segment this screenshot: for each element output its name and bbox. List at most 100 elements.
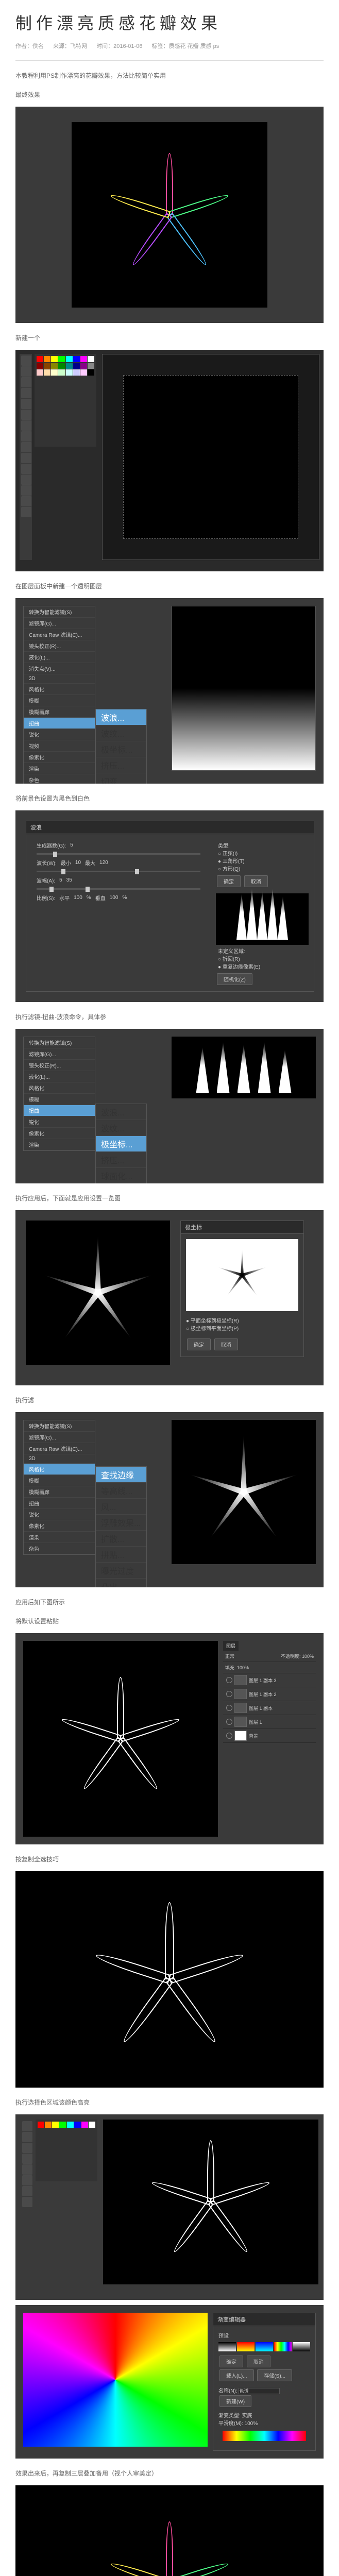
tool-icon[interactable] [22,2143,32,2153]
type-value[interactable]: 实底 [242,2413,252,2419]
new-button[interactable]: 新建(W) [219,2395,251,2407]
menu-cat[interactable]: 渲染 [24,1139,95,1150]
pen-tool-icon[interactable] [21,464,31,474]
visibility-icon[interactable] [226,1733,232,1739]
shape-tool-icon[interactable] [21,485,31,496]
swatch[interactable] [44,369,50,376]
menu-sub[interactable]: 风... [96,1499,146,1515]
opacity-value[interactable]: 100% [302,1654,314,1659]
gradient-name-input[interactable] [239,2388,280,2394]
marquee-tool-icon[interactable] [21,366,31,377]
menu-item[interactable]: 转换为智能滤镜(S) [24,1420,95,1432]
tool-icon[interactable] [22,2175,32,2185]
preset-swatch[interactable] [256,2342,273,2351]
swatch[interactable] [51,369,58,376]
swatch[interactable] [88,363,94,369]
menu-find-edges[interactable]: 查找边缘 [96,1467,146,1483]
swatch[interactable] [80,363,87,369]
type-square[interactable]: ○ 方形(Q) [218,867,240,872]
menu-cat[interactable]: 风格化 [24,1082,95,1094]
menu-cat[interactable]: 扭曲 [24,1498,95,1509]
swatch[interactable] [66,369,73,376]
swatch[interactable] [74,2122,81,2128]
cancel-button[interactable]: 取消 [244,875,268,887]
swatch[interactable] [89,2122,95,2128]
menu-cat[interactable]: 模糊 [24,695,95,706]
stamp-tool-icon[interactable] [21,431,31,442]
menu-sub[interactable]: 切变... [96,773,146,784]
ps-canvas[interactable] [102,354,319,560]
polar-opt2[interactable]: ○ 极坐标到平面坐标(P) [186,1326,239,1332]
wand-tool-icon[interactable] [21,388,31,398]
ok-button[interactable]: 确定 [187,1338,211,1350]
menu-cat[interactable]: 像素化 [24,752,95,763]
swatch[interactable] [45,2122,52,2128]
swatch[interactable] [58,369,65,376]
menu-sub[interactable]: 扩散... [96,1531,146,1547]
zoom-tool-icon[interactable] [21,507,31,517]
gradient-tool-icon[interactable] [21,453,31,463]
type-triangle[interactable]: ● 三角形(T) [218,859,245,865]
layer-row[interactable]: 图层 1 副本 [223,1701,316,1715]
text-tool-icon[interactable] [21,474,31,485]
menu-wave[interactable]: 波浪... [96,709,146,725]
amp-slider[interactable] [37,888,200,890]
preset-swatch[interactable] [274,2342,292,2351]
swatch[interactable] [88,369,94,376]
tool-icon[interactable] [22,2197,32,2207]
preset-swatch[interactable] [237,2342,255,2351]
visibility-icon[interactable] [226,1719,232,1725]
menu-cat[interactable]: 锐化 [24,729,95,740]
swatch[interactable] [37,356,43,362]
tool-icon[interactable] [22,2186,32,2196]
menu-sub[interactable]: 挤压... [96,1152,146,1168]
visibility-icon[interactable] [226,1691,232,1697]
menu-cat[interactable]: 杂色 [24,774,95,784]
menu-item[interactable]: Camera Raw 滤镜(C)... [24,1443,95,1454]
swatch[interactable] [51,363,58,369]
blend-mode[interactable]: 正常 [225,1654,234,1659]
menu-cat[interactable]: 3D [24,674,95,684]
menu-item[interactable]: 镜头校正(R)... [24,1060,95,1071]
swatch[interactable] [37,369,43,376]
visibility-icon[interactable] [226,1677,232,1683]
swatch[interactable] [66,363,73,369]
menu-item[interactable]: Camera Raw 滤镜(C)... [24,629,95,640]
menu-sub[interactable]: 波浪... [96,1104,146,1120]
swatch[interactable] [51,356,58,362]
menu-cat[interactable]: 模糊画廊 [24,1486,95,1498]
move-tool-icon[interactable] [21,355,31,366]
swatch[interactable] [58,356,65,362]
swatch[interactable] [80,356,87,362]
layers-tab[interactable]: 图层 [223,1641,239,1651]
ok-button[interactable]: 确定 [217,875,241,887]
menu-item[interactable]: 消失点(V)... [24,663,95,674]
menu-sub[interactable]: 波纹... [96,725,146,741]
swatch[interactable] [66,356,73,362]
swatch[interactable] [38,2122,44,2128]
menu-sub[interactable]: 波纹... [96,1120,146,1136]
undef-wrap[interactable]: ○ 折回(R) [218,957,240,962]
menu-cat[interactable]: 3D [24,1454,95,1464]
menu-cat[interactable]: 模糊 [24,1475,95,1486]
menu-item[interactable]: 镜头校正(R)... [24,640,95,652]
preset-swatch[interactable] [218,2342,236,2351]
menu-cat[interactable]: 模糊画廊 [24,706,95,718]
randomize-button[interactable]: 随机化(Z) [217,973,252,985]
crop-tool-icon[interactable] [21,399,31,409]
eraser-tool-icon[interactable] [21,442,31,452]
layer-row[interactable]: 图层 1 副本 2 [223,1687,316,1701]
swatch[interactable] [73,369,80,376]
menu-cat[interactable]: 像素化 [24,1128,95,1139]
save-button[interactable]: 存储(S)... [257,2369,292,2381]
menu-cat[interactable]: 渲染 [24,763,95,774]
menu-item[interactable]: 滤镜库(G)... [24,1048,95,1060]
menu-sub[interactable]: 浮雕效果... [96,1515,146,1531]
menu-cat[interactable]: 像素化 [24,1520,95,1532]
swatch[interactable] [73,363,80,369]
menu-cat[interactable]: 渲染 [24,1532,95,1543]
menu-item[interactable]: 滤镜库(G)... [24,1432,95,1443]
gen-slider[interactable] [37,853,200,855]
menu-cat[interactable]: 模糊 [24,1094,95,1105]
lasso-tool-icon[interactable] [21,377,31,387]
